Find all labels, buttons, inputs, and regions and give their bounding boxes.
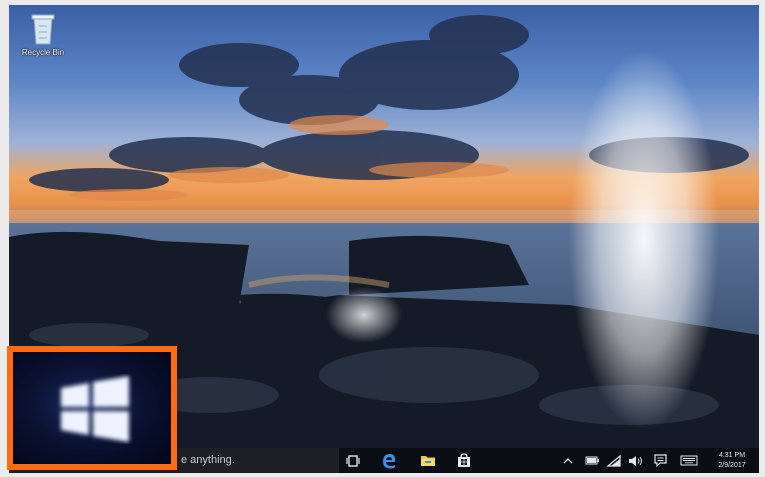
recycle-bin-label: Recycle Bin — [21, 48, 65, 57]
task-view-icon — [346, 454, 360, 467]
edge-icon — [383, 453, 396, 468]
battery-icon — [585, 456, 599, 465]
recycle-bin-shortcut[interactable]: Recycle Bin — [13, 9, 73, 69]
store-button[interactable] — [450, 450, 478, 471]
touch-keyboard-button[interactable] — [679, 453, 699, 468]
file-explorer-button[interactable] — [414, 450, 442, 471]
store-icon — [458, 453, 470, 467]
battery-button[interactable] — [584, 453, 600, 468]
clock-time: 4:31 PM — [718, 452, 746, 459]
wifi-icon — [607, 454, 621, 467]
network-button[interactable] — [606, 453, 622, 468]
clock-date: 2/9/2017 — [718, 462, 746, 469]
action-center-icon — [653, 454, 667, 467]
file-explorer-icon — [421, 456, 435, 466]
search-placeholder: e anything. — [181, 454, 235, 466]
volume-button[interactable] — [627, 453, 643, 468]
photo-frame: Recycle Bin e anything. 4:31 PM 2/9/2017 — [0, 0, 765, 477]
start-button[interactable] — [7, 346, 177, 470]
keyboard-icon — [680, 455, 698, 466]
taskbar-clock[interactable]: 4:31 PM 2/9/2017 — [709, 451, 755, 471]
volume-icon — [628, 455, 642, 466]
recycle-bin-icon — [31, 14, 55, 45]
show-hidden-icons-button[interactable] — [560, 453, 576, 468]
edge-button[interactable] — [375, 450, 403, 471]
windows-logo-icon — [61, 376, 129, 442]
task-view-button[interactable] — [339, 450, 367, 471]
action-center-button[interactable] — [652, 453, 668, 468]
chevron-up-icon — [563, 458, 573, 464]
